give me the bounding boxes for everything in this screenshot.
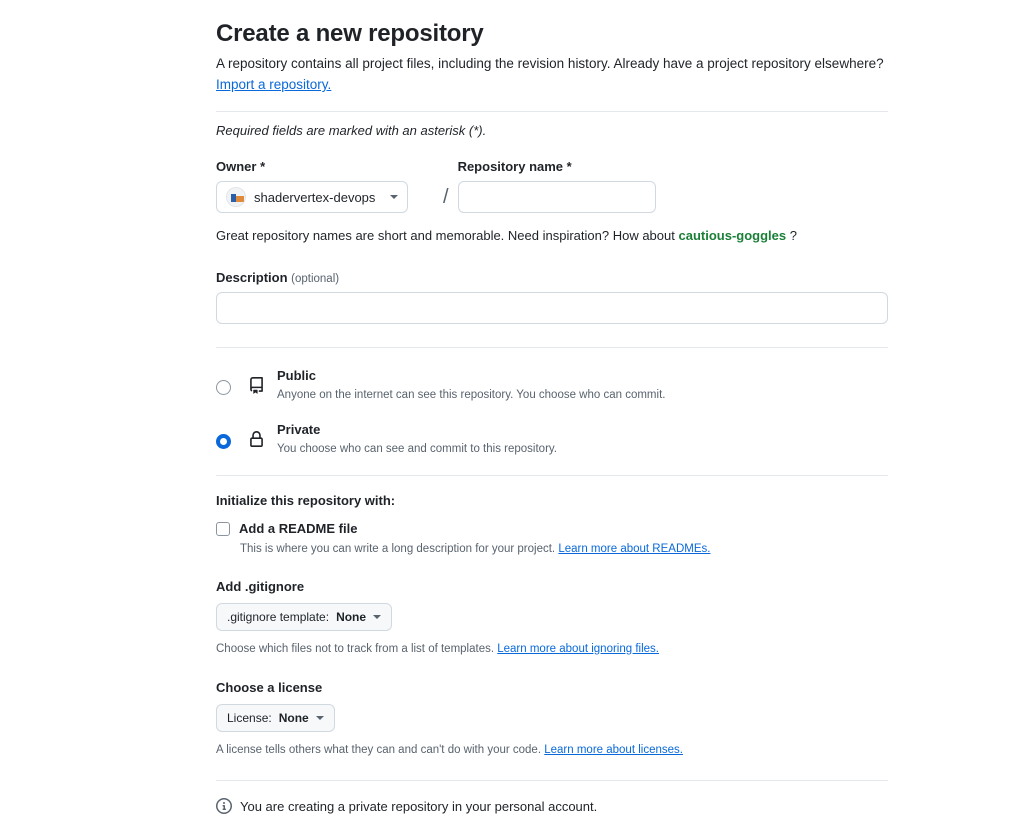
create-repository-page: Create a new repository A repository con… (0, 0, 1024, 818)
import-repository-link[interactable]: Import a repository. (216, 77, 331, 92)
license-select[interactable]: License: None (216, 703, 335, 732)
description-optional-tag: (optional) (291, 272, 340, 285)
visibility-private-description: You choose who can see and commit to thi… (277, 443, 557, 456)
readme-help: This is where you can write a long descr… (240, 541, 888, 558)
info-icon (216, 798, 232, 815)
radio-private[interactable] (216, 433, 231, 449)
hint-suffix: ? (789, 228, 797, 244)
repository-name-label: Repository name * (457, 159, 572, 175)
chevron-down-icon (315, 715, 324, 720)
repository-name-input[interactable] (457, 181, 656, 214)
chevron-down-icon (373, 614, 382, 619)
description-input[interactable] (216, 291, 888, 324)
form-container: Create a new repository A repository con… (216, 0, 888, 818)
owner-and-name-row: Owner * shadervertex-devops / Repository… (216, 159, 888, 214)
gitignore-select-value: None (336, 609, 367, 624)
readme-help-link[interactable]: Learn more about READMEs. (558, 543, 710, 555)
visibility-private-title: Private (277, 421, 321, 437)
description-field-group: Description (optional) (216, 270, 888, 324)
visibility-public-description: Anyone on the internet can see this repo… (277, 388, 666, 401)
radio-public[interactable] (216, 379, 231, 395)
lock-icon (248, 430, 266, 451)
checkbox-add-readme[interactable] (216, 521, 230, 536)
gitignore-template-select[interactable]: .gitignore template: None (216, 602, 393, 631)
divider-initialize (216, 475, 888, 477)
owner-select[interactable]: shadervertex-devops (216, 181, 408, 214)
license-help: A license tells others what they can and… (216, 742, 888, 759)
footer-note-text: You are creating a private repository in… (240, 798, 598, 814)
divider-visibility (216, 346, 888, 348)
gitignore-help-text: Choose which files not to track from a l… (216, 642, 495, 655)
initialize-heading: Initialize this repository with: (216, 493, 396, 509)
gitignore-help-link[interactable]: Learn more about ignoring files. (497, 643, 659, 655)
gitignore-heading: Add .gitignore (216, 578, 305, 594)
chevron-down-icon (390, 195, 398, 200)
page-description: A repository contains all project files,… (216, 54, 888, 96)
page-title: Create a new repository (216, 20, 484, 47)
owner-name-value: shadervertex-devops (254, 189, 376, 205)
readme-checkbox-row[interactable]: Add a README file (216, 521, 888, 536)
visibility-private-text: Private You choose who can see and commi… (277, 421, 888, 458)
visibility-public-text: Public Anyone on the internet can see th… (277, 367, 888, 404)
avatar (226, 187, 246, 208)
visibility-option-public[interactable]: Public Anyone on the internet can see th… (216, 367, 888, 404)
path-separator: / (443, 186, 449, 209)
readme-label: Add a README file (239, 521, 358, 537)
license-heading: Choose a license (216, 679, 323, 695)
visibility-public-title: Public (277, 367, 317, 383)
divider-footer-top (216, 780, 888, 782)
owner-field-group: Owner * shadervertex-devops (216, 159, 434, 214)
license-help-link[interactable]: Learn more about licenses. (544, 744, 683, 756)
visibility-option-private[interactable]: Private You choose who can see and commi… (216, 421, 888, 458)
description-label-text: Description (216, 269, 288, 285)
repo-icon (248, 376, 266, 397)
page-description-text: A repository contains all project files,… (216, 56, 884, 72)
license-select-value: None (278, 710, 309, 725)
repository-name-field-group: Repository name * (457, 159, 888, 214)
readme-help-text: This is where you can write a long descr… (240, 543, 556, 556)
license-help-text: A license tells others what they can and… (216, 743, 542, 756)
description-label: Description (optional) (216, 270, 888, 285)
divider-top (216, 111, 888, 113)
required-fields-note: Required fields are marked with an aster… (216, 123, 487, 139)
gitignore-help: Choose which files not to track from a l… (216, 641, 888, 658)
repository-name-hint: Great repository names are short and mem… (216, 226, 888, 246)
license-group: Choose a license License: None A license… (216, 680, 888, 759)
footer-note: You are creating a private repository in… (216, 798, 888, 815)
gitignore-group: Add .gitignore .gitignore template: None… (216, 579, 888, 658)
hint-prefix: Great repository names are short and mem… (216, 228, 675, 244)
owner-label: Owner * (216, 159, 266, 175)
license-select-prefix: License: (227, 710, 272, 725)
visibility-options: Public Anyone on the internet can see th… (216, 367, 888, 459)
gitignore-select-prefix: .gitignore template: (227, 609, 330, 624)
suggested-name[interactable]: cautious-goggles (678, 228, 786, 243)
